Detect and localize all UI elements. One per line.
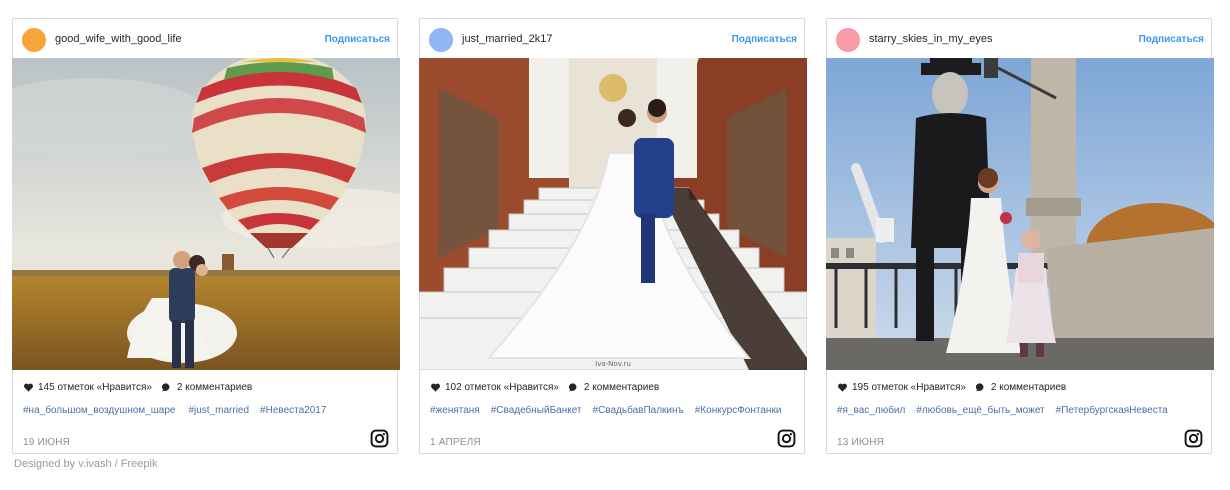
post-photo[interactable]: [826, 58, 1214, 370]
post-card: just_married_2k17 Подписаться Iva-Nov.ru…: [419, 18, 807, 454]
comment-icon[interactable]: [568, 382, 579, 393]
hashtags: #я_вас_любил #любовь_ещё_быть_может #Пет…: [837, 405, 1168, 416]
hashtag[interactable]: #ПетербургскаяНевеста: [1056, 405, 1168, 416]
hashtag[interactable]: #СвадьбавПалкинъ: [593, 405, 684, 416]
hashtag[interactable]: #just_married: [188, 405, 249, 416]
comments-count[interactable]: 2 комментариев: [991, 382, 1066, 393]
likes-count[interactable]: 102 отметок «Нравится»: [445, 382, 559, 393]
instagram-icon[interactable]: [370, 429, 389, 448]
username[interactable]: just_married_2k17: [462, 33, 553, 45]
hashtags: #на_большом_воздушном_шаре #just_married…: [23, 405, 326, 416]
pushkin-statue-wedding-photo: [826, 58, 1214, 370]
post-actions: 145 отметок «Нравится» 2 комментариев: [23, 380, 252, 394]
designer-credit: Designed by v.ivash / Freepik: [14, 458, 158, 470]
post-actions: 102 отметок «Нравится» 2 комментариев: [430, 380, 659, 394]
follow-button[interactable]: Подписаться: [732, 34, 797, 45]
follow-button[interactable]: Подписаться: [1139, 34, 1204, 45]
hashtag[interactable]: #женятаня: [430, 405, 480, 416]
post-photo[interactable]: Iva-Nov.ru: [419, 58, 807, 370]
hashtags: #женятаня #СвадебныйБанкет #СвадьбавПалк…: [430, 405, 781, 416]
heart-icon[interactable]: [837, 382, 848, 393]
hashtag[interactable]: #любовь_ещё_быть_может: [916, 405, 1044, 416]
instagram-icon[interactable]: [777, 429, 796, 448]
likes-count[interactable]: 195 отметок «Нравится»: [852, 382, 966, 393]
hashtag[interactable]: #я_вас_любил: [837, 405, 905, 416]
post-date: 19 ИЮНЯ: [23, 437, 71, 448]
post-photo[interactable]: [12, 58, 400, 370]
photo-watermark: Iva-Nov.ru: [595, 360, 631, 368]
post-card: good_wife_with_good_life Подписаться 145…: [12, 18, 400, 454]
hashtag[interactable]: #Невеста2017: [260, 405, 326, 416]
follow-button[interactable]: Подписаться: [325, 34, 390, 45]
likes-count[interactable]: 145 отметок «Нравится»: [38, 382, 152, 393]
avatar[interactable]: [22, 28, 46, 52]
username[interactable]: good_wife_with_good_life: [55, 33, 182, 45]
heart-icon[interactable]: [430, 382, 441, 393]
comments-count[interactable]: 2 комментариев: [584, 382, 659, 393]
hashtag[interactable]: #КонкурсФонтанки: [695, 405, 782, 416]
post-date: 1 АПРЕЛЯ: [430, 437, 481, 448]
post-card: starry_skies_in_my_eyes Подписаться 195 …: [826, 18, 1214, 454]
avatar[interactable]: [429, 28, 453, 52]
post-date: 13 ИЮНЯ: [837, 437, 885, 448]
comments-count[interactable]: 2 комментариев: [177, 382, 252, 393]
username[interactable]: starry_skies_in_my_eyes: [869, 33, 993, 45]
post-header: starry_skies_in_my_eyes Подписаться: [827, 19, 1211, 59]
hashtag[interactable]: #СвадебныйБанкет: [491, 405, 582, 416]
hashtag[interactable]: #на_большом_воздушном_шаре: [23, 405, 175, 416]
comment-icon[interactable]: [975, 382, 986, 393]
post-actions: 195 отметок «Нравится» 2 комментариев: [837, 380, 1066, 394]
balloon-wedding-photo: [12, 58, 400, 370]
avatar[interactable]: [836, 28, 860, 52]
instagram-icon[interactable]: [1184, 429, 1203, 448]
heart-icon[interactable]: [23, 382, 34, 393]
staircase-wedding-photo: Iva-Nov.ru: [419, 58, 807, 370]
post-header: just_married_2k17 Подписаться: [420, 19, 804, 59]
post-header: good_wife_with_good_life Подписаться: [13, 19, 397, 59]
comment-icon[interactable]: [161, 382, 172, 393]
